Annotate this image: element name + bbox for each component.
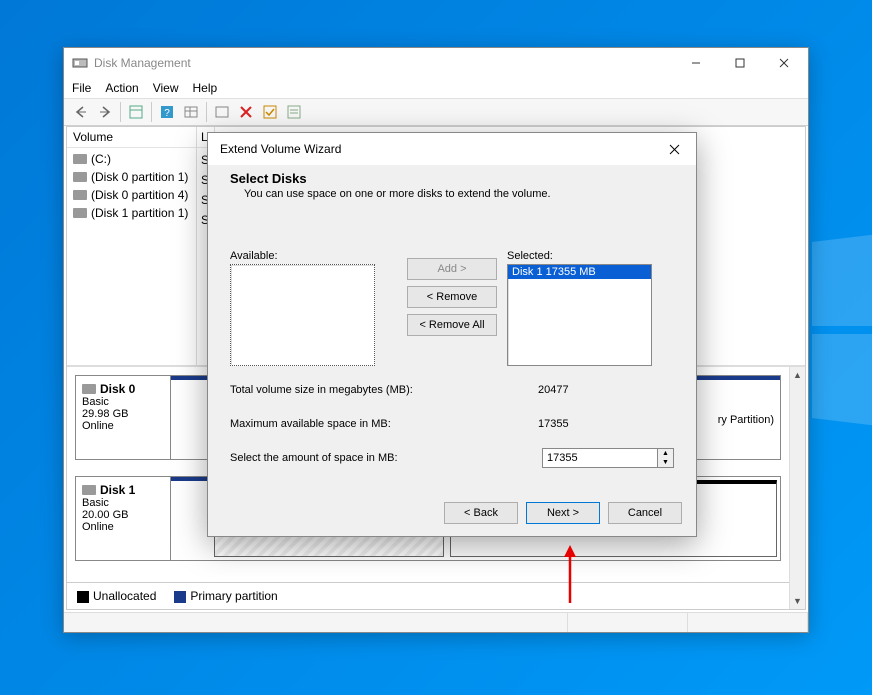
main-titlebar[interactable]: Disk Management xyxy=(64,48,808,78)
annotation-arrow-icon xyxy=(560,545,580,608)
app-icon xyxy=(72,55,88,71)
scroll-down-icon[interactable]: ▼ xyxy=(790,593,805,609)
help-icon[interactable]: ? xyxy=(156,101,178,123)
column-volume[interactable]: Volume xyxy=(67,127,196,148)
back-icon[interactable] xyxy=(70,101,92,123)
volume-icon xyxy=(73,208,87,218)
disk-name: Disk 1 xyxy=(82,483,164,497)
dialog-close-button[interactable] xyxy=(654,134,694,164)
svg-text:?: ? xyxy=(164,108,170,119)
extend-volume-wizard-dialog: Extend Volume Wizard Select Disks You ca… xyxy=(207,132,697,537)
disk-type: Basic xyxy=(82,396,164,408)
disk-status: Online xyxy=(82,521,164,533)
available-label: Available: xyxy=(230,250,397,262)
window-title: Disk Management xyxy=(94,56,674,70)
volume-name: (Disk 0 partition 4) xyxy=(91,188,188,202)
menu-view[interactable]: View xyxy=(153,81,179,95)
volume-icon xyxy=(73,190,87,200)
properties-icon[interactable] xyxy=(125,101,147,123)
close-button[interactable] xyxy=(762,48,806,78)
list-item[interactable]: (C:) xyxy=(67,150,196,168)
remove-button[interactable]: < Remove xyxy=(407,286,497,308)
legend-label: Unallocated xyxy=(93,589,156,603)
menubar: File Action View Help xyxy=(64,78,808,98)
disk-size: 20.00 GB xyxy=(82,509,164,521)
dialog-subheading: You can use space on one or more disks t… xyxy=(230,186,674,200)
next-button[interactable]: Next > xyxy=(526,502,600,524)
legend-swatch-unallocated xyxy=(77,591,89,603)
legend-swatch-primary xyxy=(174,591,186,603)
forward-icon[interactable] xyxy=(94,101,116,123)
list-item[interactable]: (Disk 0 partition 4) xyxy=(67,186,196,204)
dialog-heading: Select Disks xyxy=(230,171,674,186)
max-space-value: 17355 xyxy=(534,414,674,434)
total-size-label: Total volume size in megabytes (MB): xyxy=(230,384,534,396)
list-item[interactable]: (Disk 0 partition 1) xyxy=(67,168,196,186)
cancel-button[interactable]: Cancel xyxy=(608,502,682,524)
volume-name: (Disk 1 partition 1) xyxy=(91,206,188,220)
dialog-titlebar[interactable]: Extend Volume Wizard xyxy=(208,133,696,165)
amount-label: Select the amount of space in MB: xyxy=(230,452,542,464)
spin-up-icon[interactable]: ▲ xyxy=(658,449,673,458)
disk-status: Online xyxy=(82,420,164,432)
partition-block[interactable] xyxy=(171,477,211,560)
vertical-scrollbar[interactable]: ▲ ▼ xyxy=(789,367,805,609)
minimize-button[interactable] xyxy=(674,48,718,78)
disk-name: Disk 0 xyxy=(82,382,164,396)
maximize-button[interactable] xyxy=(718,48,762,78)
available-listbox[interactable] xyxy=(230,264,375,366)
delete-icon[interactable] xyxy=(235,101,257,123)
disk-type: Basic xyxy=(82,497,164,509)
selected-disk-item[interactable]: Disk 1 17355 MB xyxy=(508,265,651,279)
legend: Unallocated Primary partition xyxy=(67,582,789,609)
amount-spinner[interactable]: ▲ ▼ xyxy=(658,448,674,468)
selected-label: Selected: xyxy=(507,250,674,262)
check-icon[interactable] xyxy=(259,101,281,123)
max-space-label: Maximum available space in MB: xyxy=(230,418,534,430)
volume-icon xyxy=(73,154,87,164)
volume-name: (C:) xyxy=(91,152,111,166)
menu-help[interactable]: Help xyxy=(193,81,218,95)
disk-size: 29.98 GB xyxy=(82,408,164,420)
volume-name: (Disk 0 partition 1) xyxy=(91,170,188,184)
volume-icon xyxy=(73,172,87,182)
settings-icon[interactable] xyxy=(211,101,233,123)
menu-file[interactable]: File xyxy=(72,81,91,95)
selected-listbox[interactable]: Disk 1 17355 MB xyxy=(507,264,652,366)
status-bar xyxy=(64,612,808,632)
legend-label: Primary partition xyxy=(190,589,277,603)
list-icon[interactable] xyxy=(283,101,305,123)
back-button[interactable]: < Back xyxy=(444,502,518,524)
view-icon[interactable] xyxy=(180,101,202,123)
spin-down-icon[interactable]: ▼ xyxy=(658,458,673,467)
scroll-up-icon[interactable]: ▲ xyxy=(790,367,805,383)
list-item[interactable]: (Disk 1 partition 1) xyxy=(67,204,196,222)
dialog-title: Extend Volume Wizard xyxy=(220,142,654,156)
add-button[interactable]: Add > xyxy=(407,258,497,280)
total-size-value: 20477 xyxy=(534,380,674,400)
partition-label: ry Partition) xyxy=(718,414,774,426)
menu-action[interactable]: Action xyxy=(105,81,138,95)
toolbar: ? xyxy=(64,98,808,126)
amount-input[interactable] xyxy=(542,448,658,468)
remove-all-button[interactable]: < Remove All xyxy=(407,314,497,336)
